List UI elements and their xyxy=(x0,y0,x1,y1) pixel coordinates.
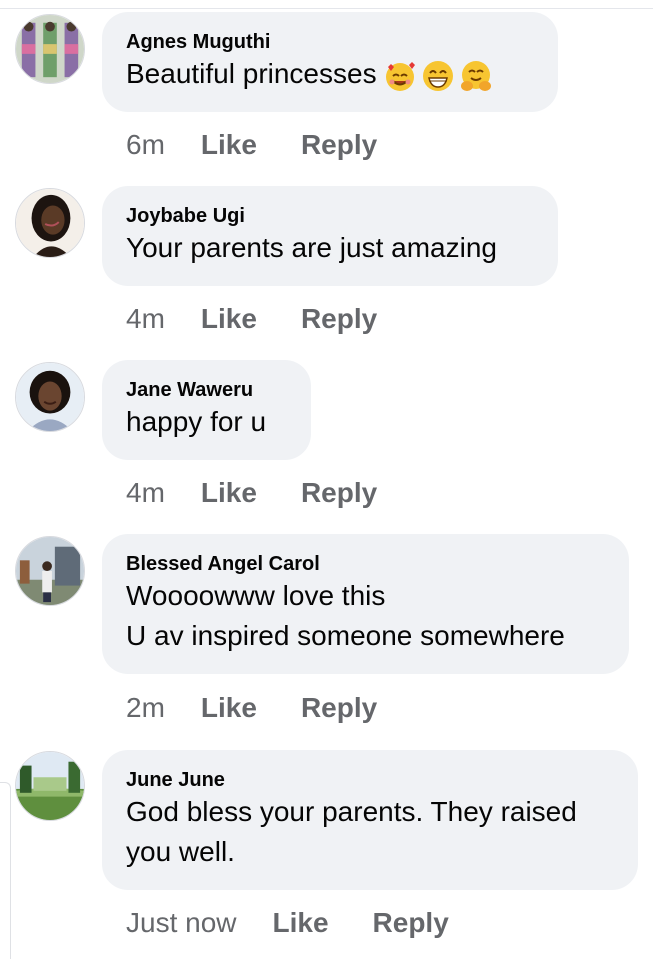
comment-bubble: Blessed Angel Carol Woooowww love this U… xyxy=(102,534,629,674)
divider xyxy=(0,8,653,9)
comment-actions: 6m Like Reply xyxy=(126,128,377,162)
comment-timestamp[interactable]: 4m xyxy=(126,302,165,336)
avatar[interactable] xyxy=(15,188,85,258)
like-button[interactable]: Like xyxy=(201,476,257,510)
comment-bubble: Jane Waweru happy for u xyxy=(102,360,311,460)
comment-text: Woooowww love this U av inspired someone… xyxy=(126,580,565,651)
avatar-image xyxy=(16,189,84,257)
comment-bubble: Agnes Muguthi Beautiful princesses xyxy=(102,12,558,112)
comment-author[interactable]: June June xyxy=(126,768,614,792)
comment-actions: 4m Like Reply xyxy=(126,476,377,510)
comment-text-body: Beautiful princesses xyxy=(126,58,377,89)
like-button[interactable]: Like xyxy=(201,128,257,162)
comment-timestamp[interactable]: Just now xyxy=(126,906,237,940)
comment-text: God bless your parents. They raised you … xyxy=(126,796,577,867)
comment-timestamp[interactable]: 6m xyxy=(126,128,165,162)
comment-author[interactable]: Blessed Angel Carol xyxy=(126,552,605,576)
avatar[interactable] xyxy=(15,362,85,432)
comment-author[interactable]: Agnes Muguthi xyxy=(126,30,534,54)
avatar[interactable] xyxy=(15,751,85,821)
reply-button[interactable]: Reply xyxy=(301,128,377,162)
emoji-group xyxy=(383,59,493,93)
grinning-face-with-smiling-eyes-icon xyxy=(422,60,453,91)
avatar-image xyxy=(16,752,84,820)
avatar-image xyxy=(16,15,84,83)
comment-bubble: June June God bless your parents. They r… xyxy=(102,750,638,890)
hugging-face-icon xyxy=(460,60,491,91)
like-button[interactable]: Like xyxy=(201,691,257,725)
reply-button[interactable]: Reply xyxy=(301,476,377,510)
comment-thread: Agnes Muguthi Beautiful princesses 6m Li… xyxy=(0,0,653,959)
avatar[interactable] xyxy=(15,14,85,84)
comment-author[interactable]: Jane Waweru xyxy=(126,378,287,402)
comment-text: Your parents are just amazing xyxy=(126,232,497,263)
side-panel-edge xyxy=(0,782,11,959)
comment-actions: Just now Like Reply xyxy=(126,906,449,940)
comment-timestamp[interactable]: 4m xyxy=(126,476,165,510)
reply-button[interactable]: Reply xyxy=(301,302,377,336)
comment-text: Beautiful princesses xyxy=(126,54,534,94)
reply-button[interactable]: Reply xyxy=(373,906,449,940)
like-button[interactable]: Like xyxy=(273,906,329,940)
like-button[interactable]: Like xyxy=(201,302,257,336)
avatar-image xyxy=(16,537,84,605)
comment-timestamp[interactable]: 2m xyxy=(126,691,165,725)
avatar[interactable] xyxy=(15,536,85,606)
comment-bubble: Joybabe Ugi Your parents are just amazin… xyxy=(102,186,558,286)
smiling-face-with-hearts-icon xyxy=(385,61,415,91)
avatar-image xyxy=(16,363,84,431)
comment-author[interactable]: Joybabe Ugi xyxy=(126,204,534,228)
comment-actions: 4m Like Reply xyxy=(126,302,377,336)
reply-button[interactable]: Reply xyxy=(301,691,377,725)
comment-text: happy for u xyxy=(126,406,267,437)
comment-actions: 2m Like Reply xyxy=(126,691,377,725)
